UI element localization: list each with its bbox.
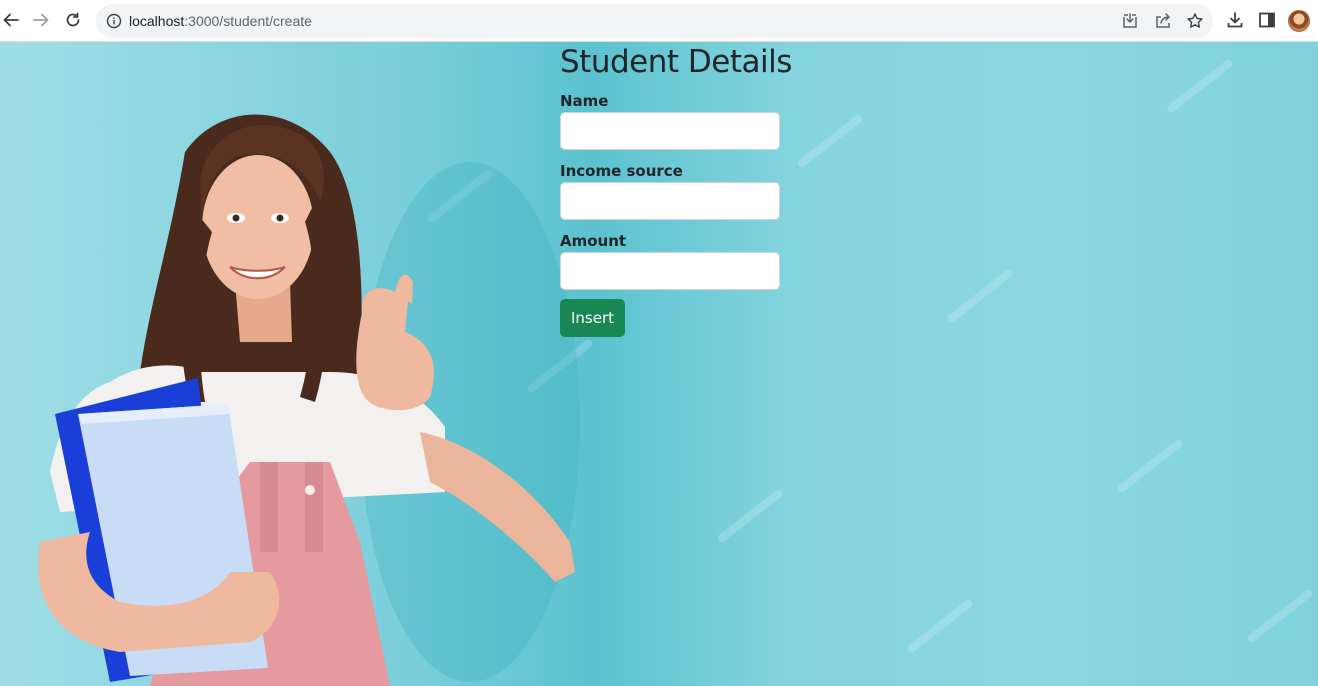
share-icon[interactable]: [1154, 12, 1172, 30]
forward-button[interactable]: [30, 9, 52, 31]
watermark: [716, 488, 784, 544]
watermark: [1246, 588, 1314, 644]
address-bar[interactable]: localhost:3000/student/create: [96, 4, 1213, 38]
name-input[interactable]: [560, 112, 780, 150]
downloads-icon[interactable]: [1225, 10, 1245, 30]
url-text[interactable]: localhost:3000/student/create: [129, 13, 312, 29]
watermark: [796, 113, 864, 169]
forward-icon: [33, 13, 49, 27]
watermark: [1166, 58, 1234, 114]
amount-label: Amount: [560, 232, 627, 250]
watermark: [946, 268, 1014, 324]
reload-icon: [66, 12, 80, 27]
bookmark-star-icon[interactable]: [1186, 12, 1204, 30]
name-label: Name: [560, 92, 609, 110]
amount-input[interactable]: [560, 252, 780, 290]
browser-toolbar: localhost:3000/student/create: [0, 0, 1318, 42]
url-host: localhost: [129, 13, 185, 29]
watermark: [906, 598, 974, 654]
page-title: Student Details: [560, 44, 792, 80]
student-photo: [38, 114, 580, 686]
income-source-input[interactable]: [560, 182, 780, 220]
watermark: [1116, 438, 1184, 494]
site-info-icon[interactable]: [106, 13, 122, 29]
profile-avatar[interactable]: [1288, 10, 1310, 32]
insert-button[interactable]: Insert: [560, 299, 625, 337]
back-button[interactable]: [0, 9, 22, 31]
page-content: Student Details Name Income source Amoun…: [0, 42, 1318, 686]
income-source-label: Income source: [560, 162, 683, 180]
url-path: :3000/student/create: [184, 13, 312, 29]
back-icon: [3, 13, 19, 27]
reload-button[interactable]: [62, 9, 84, 31]
install-app-icon[interactable]: [1121, 12, 1139, 30]
side-panel-icon[interactable]: [1257, 10, 1277, 30]
